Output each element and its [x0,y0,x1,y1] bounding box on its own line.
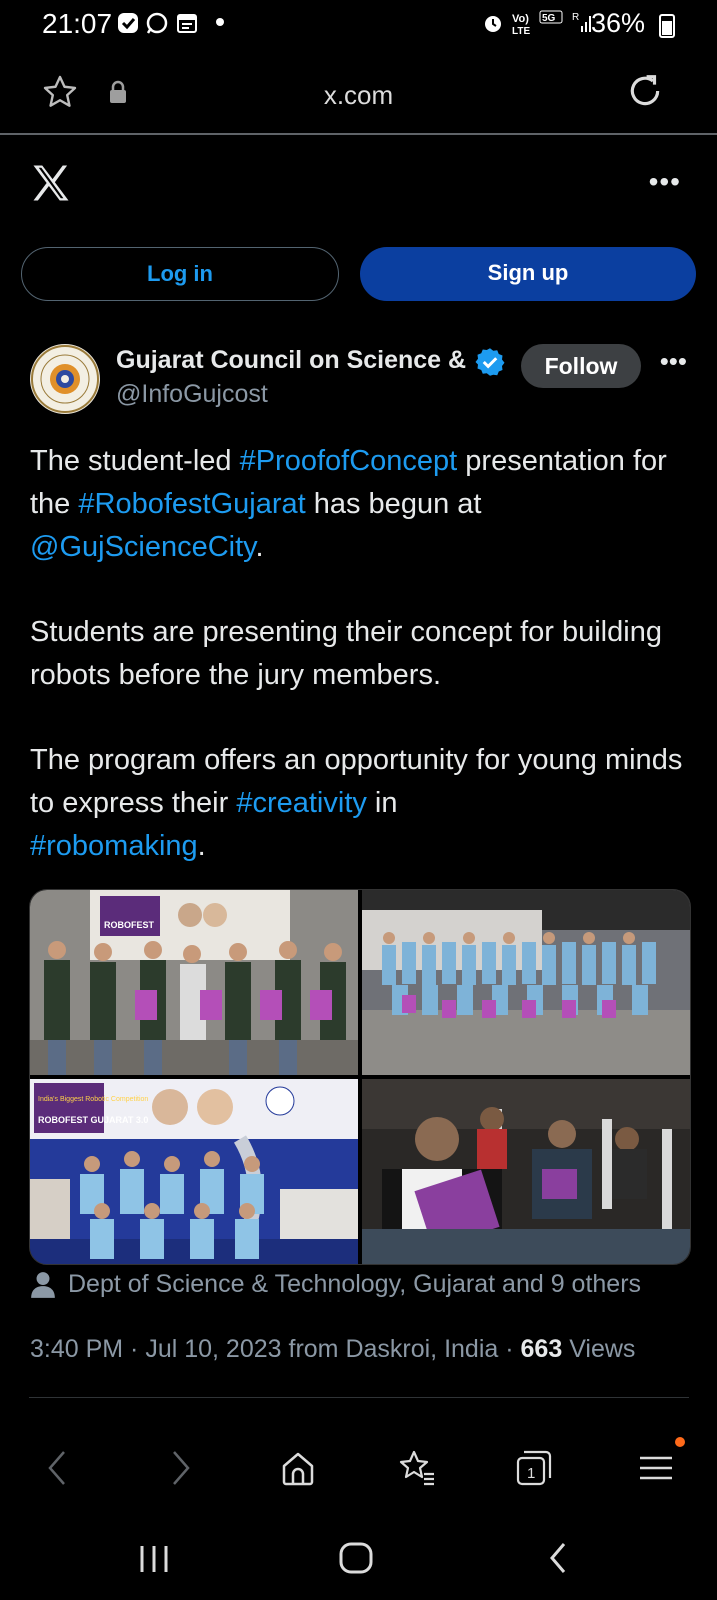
tweet-paragraph-2: Students are presenting their concept fo… [30,616,662,691]
tweet-time[interactable]: 3:40 PM [30,1335,123,1363]
mention-gujsciencecity[interactable]: @GujScienceCity [30,531,256,563]
back-nav-icon[interactable] [540,1540,580,1576]
tweet-more-icon[interactable]: ••• [660,346,687,377]
bookmarks-icon[interactable] [396,1448,436,1488]
signup-button[interactable]: Sign up [360,247,696,301]
tabs-icon[interactable]: 1 [514,1448,554,1488]
more-options-icon[interactable]: ••• [649,166,681,198]
person-icon [31,1271,55,1298]
verified-badge-icon [475,348,505,376]
tweet-text: The student-led #ProofofConcept presenta… [30,440,700,910]
text: The student-led [30,445,240,477]
notification-dot-icon [216,18,224,26]
alarm-icon [485,16,501,32]
svg-text:R: R [572,12,579,23]
photo-1[interactable]: ROBOFEST [30,890,358,1075]
hashtag-robofestgujarat[interactable]: #RobofestGujarat [78,488,305,520]
tweet-paragraph-3: The program offers an opportunity for yo… [30,739,700,868]
tweet-date[interactable]: Jul 10, 2023 [145,1335,281,1363]
battery-percent: 36% [590,8,645,38]
author-handle[interactable]: @InfoGujcost [116,380,268,409]
tagged-text[interactable]: Dept of Science & Technology, Gujarat an… [68,1270,641,1299]
tagged-users[interactable]: Dept of Science & Technology, Gujarat an… [30,1270,641,1299]
text: . [197,830,206,862]
tweet-location: from Daskroi, India [288,1335,499,1363]
photo-3[interactable]: India's Biggest Robotic Competition ROBO… [30,1079,358,1264]
svg-text:5G: 5G [542,13,556,24]
x-logo-icon[interactable] [30,162,72,204]
back-icon[interactable] [38,1448,78,1488]
hashtag-robomaking[interactable]: #robomaking [30,830,198,862]
svg-text:Vo): Vo) [512,13,529,25]
login-button[interactable]: Log in [21,247,339,301]
audience-photo-image [362,1079,690,1264]
banner-photo-image: India's Biggest Robotic Competition ROBO… [30,1079,358,1264]
url-bar[interactable]: x.com [0,60,717,132]
status-time: 21:07 [42,8,113,39]
banner-subtitle: India's Biggest Robotic Competition [38,1096,148,1103]
tweet-meta: 3:40 PM · Jul 10, 2023 from Daskroi, Ind… [30,1335,636,1363]
gujcost-logo-icon [31,345,99,413]
hashtag-creativity[interactable]: #creativity [236,787,367,819]
group-photo-image [362,890,690,1075]
hashtag-proofofconcept[interactable]: #ProofofConcept [240,445,458,477]
text: has begun at [305,488,482,520]
author-avatar[interactable] [30,344,100,414]
svg-text:1: 1 [527,1465,535,1482]
tweet-paragraph-1: The student-led #ProofofConcept presenta… [30,440,700,569]
calendar-icon [177,14,197,33]
views-count: 663 [520,1335,563,1363]
group-photo-image: ROBOFEST [30,890,358,1075]
photo-grid: ROBOFEST India's Biggest Robotic Competi… [29,889,691,1265]
home-nav-icon[interactable] [336,1540,376,1576]
url-text[interactable]: x.com [0,80,717,111]
home-icon[interactable] [278,1448,318,1488]
url-divider [0,133,717,135]
menu-icon[interactable] [636,1448,676,1488]
battery-icon [659,14,675,38]
text: in [366,787,398,819]
photo-2[interactable] [362,890,690,1075]
recent-apps-icon[interactable] [134,1540,174,1576]
svg-text:LTE: LTE [512,26,530,36]
menu-notification-badge [675,1437,685,1447]
text: . [255,531,264,563]
check-badge-icon [118,13,138,33]
follow-button[interactable]: Follow [521,344,641,388]
views-label: Views [569,1335,636,1363]
banner-title: ROBOFEST GUJARAT 3.0 [38,1115,148,1125]
divider [29,1397,689,1398]
reload-icon[interactable] [626,72,664,110]
forward-icon[interactable] [160,1448,200,1488]
svg-text:ROBOFEST: ROBOFEST [104,920,155,930]
photo-4[interactable] [362,1079,690,1264]
author-name[interactable]: Gujarat Council on Science & Technology [116,346,472,375]
whatsapp-icon [146,12,168,34]
volte-5g-icon: Vo) LTE 5G [512,10,563,36]
